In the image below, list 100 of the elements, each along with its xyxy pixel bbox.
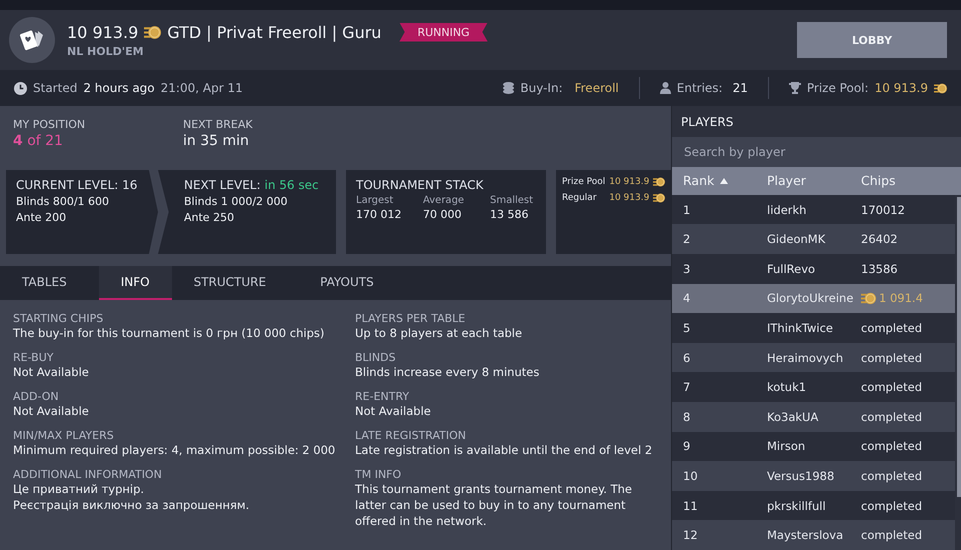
- info-label: PLAYERS PER TABLE: [355, 312, 466, 325]
- lobby-button[interactable]: LOBBY: [797, 22, 947, 58]
- player-cell-text: pkrskillfull: [767, 498, 827, 513]
- info-value: Це приватний турнір. Реєстрація виключно за запрошенням.: [13, 481, 250, 513]
- rank-cell-text: 11: [683, 498, 699, 513]
- player-row[interactable]: 4 GlorytoUkreine 1 091.4: [672, 284, 955, 314]
- player-cell-text: IThinkTwice: [767, 321, 834, 336]
- info-value: The buy-in for this tournament is 0 грн (10 000 chips): [13, 325, 326, 341]
- person-icon: [660, 82, 671, 94]
- rank-cell-text: 5: [683, 321, 692, 336]
- next-level-title: NEXT LEVEL:: [184, 178, 260, 192]
- prize-label: Regular: [562, 193, 598, 203]
- info-value: Late registration is available until the end of level 2: [355, 442, 654, 458]
- info-label: LATE REGISTRATION: [355, 429, 467, 442]
- tab[interactable]: PAYOUTS: [298, 266, 396, 300]
- chips-cell-text: 170012: [861, 202, 906, 217]
- tournament-amount: 10 913.9: [67, 22, 138, 42]
- player-cell-text: Mirson: [767, 439, 806, 454]
- rank-cell-text: 8: [683, 410, 692, 424]
- current-blinds: Blinds 800/1 600: [16, 195, 110, 208]
- info-value: Not Available: [13, 364, 90, 380]
- tab[interactable]: INFO: [98, 266, 172, 300]
- coin-icon: [861, 290, 876, 306]
- buyin-label: Buy-In:: [520, 81, 563, 95]
- chips-cell-text: completed: [861, 469, 924, 483]
- chips-cell-text: completed: [861, 321, 924, 336]
- tab[interactable]: TABLES: [0, 266, 89, 300]
- player-cell-text: GideonMK: [767, 232, 826, 246]
- prize-pool-value: 10 913.9: [874, 81, 928, 95]
- player-row[interactable]: 2 GideonMK 26402: [672, 224, 955, 254]
- sort-up-icon: [720, 178, 728, 184]
- chips-cell-text: completed: [861, 528, 924, 542]
- info-value: Not Available: [13, 403, 90, 419]
- buyin-value: Freeroll: [574, 81, 619, 95]
- chips-cell-text: completed: [861, 410, 924, 424]
- player-row[interactable]: 8 Ko3akUA completed: [672, 402, 955, 432]
- next-level-countdown: in 56 sec: [264, 178, 319, 192]
- player-cell-text: kotuk1: [767, 380, 808, 394]
- coins-stack-icon: [503, 82, 514, 94]
- player-row[interactable]: 6 Heraimovych completed: [672, 342, 955, 372]
- player-cell-text: Heraimovych: [767, 350, 844, 365]
- column-header[interactable]: Player: [767, 173, 861, 188]
- column-header[interactable]: Rank: [683, 173, 767, 188]
- status-ribbon: RUNNING: [399, 22, 488, 42]
- rank-cell-text: 6: [683, 350, 692, 365]
- info-label: TM INFO: [355, 468, 402, 481]
- start-time: 21:00, Apr 11: [160, 81, 243, 95]
- started-ago: 2 hours ago: [83, 81, 155, 95]
- rank-cell-text: 12: [683, 528, 699, 542]
- position-label: MY POSITION: [13, 118, 86, 131]
- info-value: Not Available: [355, 403, 432, 419]
- info-value: Blinds increase every 8 minutes: [355, 364, 540, 380]
- entries-label: Entries:: [676, 81, 723, 95]
- trophy-icon: [788, 82, 801, 94]
- info-value: Up to 8 players at each table: [355, 325, 524, 341]
- stack-value: 70 000: [423, 208, 462, 221]
- next-break-label: NEXT BREAK: [183, 118, 254, 131]
- coin-icon: [144, 24, 162, 40]
- player-cell-text: Maysterslova: [767, 528, 844, 542]
- player-cell-text: FullRevo: [767, 262, 816, 276]
- money-value: 1 091.4: [879, 291, 923, 306]
- info-value: Minimum required players: 4, maximum possible: 2 000: [13, 442, 336, 458]
- tab[interactable]: STRUCTURE: [172, 266, 288, 300]
- next-ante: Ante 250: [184, 211, 236, 224]
- player-cell-text: Versus1988: [767, 469, 836, 483]
- stack-label: Largest: [356, 195, 394, 206]
- stack-value: 170 012: [356, 208, 402, 221]
- player-row[interactable]: 12 Maysterslova completed: [672, 520, 955, 550]
- info-label: ADDITIONAL INFORMATION: [13, 468, 163, 481]
- stack-label: Average: [423, 195, 466, 206]
- tournament-title: GTD | Privat Freeroll | Guru: [167, 22, 382, 42]
- search-field[interactable]: Search by player: [672, 137, 961, 168]
- coin-icon: [653, 176, 666, 188]
- players-title: PLAYERS: [680, 114, 734, 131]
- clock-icon: [14, 82, 27, 94]
- scrollbar[interactable]: [957, 196, 961, 497]
- prize-pool-label: Prize Pool:: [806, 81, 869, 95]
- game-type: NL HOLD'EM: [67, 44, 145, 58]
- rank-cell-text: 10: [683, 469, 699, 483]
- player-row[interactable]: 10 Versus1988 completed: [672, 461, 955, 491]
- prize-value: 10 913.9: [609, 177, 650, 187]
- info-label: MIN/MAX PLAYERS: [13, 429, 115, 442]
- stack-title: TOURNAMENT STACK: [356, 178, 484, 192]
- current-ante: Ante 200: [16, 211, 68, 224]
- column-header[interactable]: Chips: [861, 173, 961, 188]
- info-value: This tournament grants tournament money. The latter can be used to buy in to any tournament offered in the network.: [355, 481, 633, 529]
- started-label: Started: [33, 81, 78, 95]
- chips-cell-text: completed: [861, 439, 924, 454]
- rank-cell-text: 3: [683, 262, 692, 276]
- player-cell-text: liderkh: [767, 202, 808, 217]
- rank-cell-text: 7: [683, 380, 692, 394]
- info-label: RE-BUY: [13, 351, 54, 364]
- prize-label: Prize Pool: [562, 177, 606, 187]
- stack-value: 13 586: [490, 208, 530, 221]
- info-label: STARTING CHIPS: [13, 312, 104, 325]
- chips-cell-text: completed: [861, 498, 924, 513]
- rank-cell-text: 4: [683, 291, 692, 306]
- coin-icon: [653, 192, 666, 204]
- chips-cell-text: 13586: [861, 262, 899, 276]
- player-cell-text: GlorytoUkreine: [767, 291, 854, 306]
